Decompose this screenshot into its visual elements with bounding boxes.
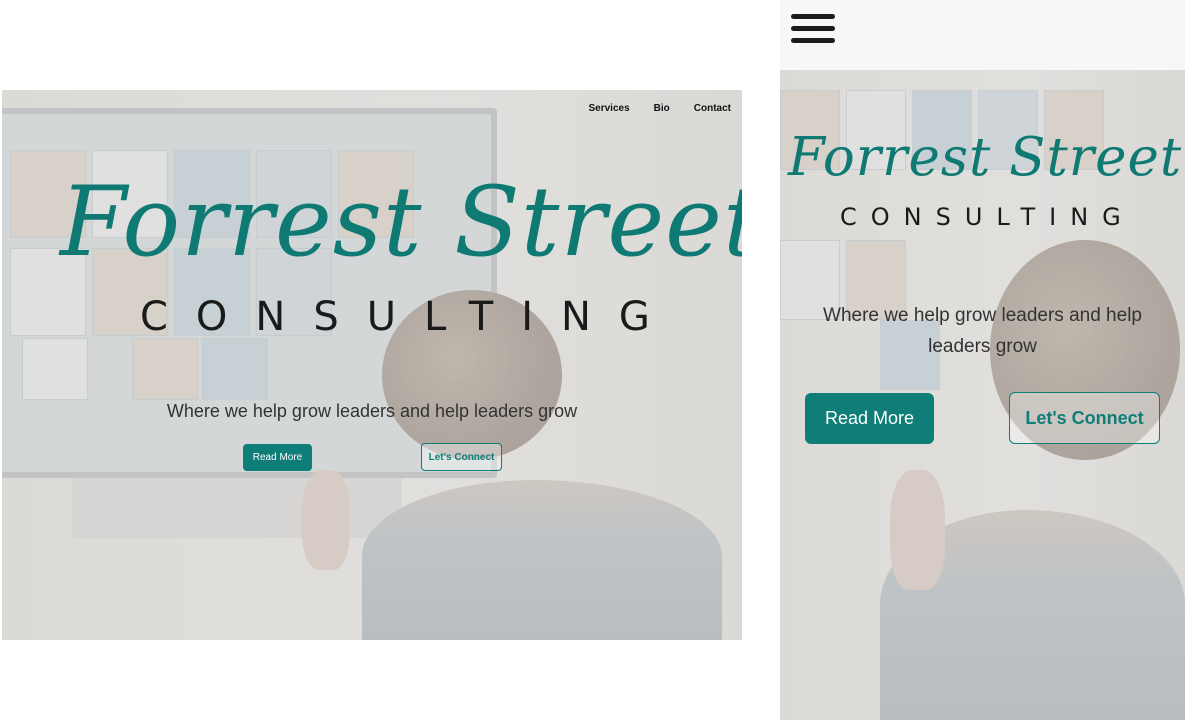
nav-services[interactable]: Services [589, 103, 630, 114]
desktop-hero: Services Bio Contact Forrest Street CONS… [2, 90, 742, 640]
logo-script-text: Forrest Street [788, 127, 1183, 188]
nav-contact[interactable]: Contact [694, 103, 731, 114]
top-nav: Services Bio Contact [565, 103, 732, 114]
read-more-button[interactable]: Read More [243, 444, 312, 471]
read-more-button[interactable]: Read More [805, 393, 934, 444]
logo-subtitle: CONSULTING [840, 203, 1135, 231]
mobile-header [780, 0, 1185, 70]
hero-tagline-line-1: Where we help grow leaders and help [823, 305, 1142, 326]
logo-script-text: Forrest Street [60, 166, 742, 278]
lets-connect-button[interactable]: Let's Connect [1009, 392, 1160, 444]
hamburger-menu-icon[interactable] [791, 14, 835, 50]
hero-tagline-line-2: leaders grow [928, 336, 1037, 357]
hero-tagline: Where we help grow leaders and help lead… [166, 401, 578, 421]
lets-connect-button[interactable]: Let's Connect [421, 443, 502, 471]
mobile-hero: Forrest Street CONSULTING Where we help … [780, 70, 1185, 720]
logo-subtitle: CONSULTING [140, 294, 678, 340]
nav-bio[interactable]: Bio [654, 103, 670, 114]
hero-tagline: Where we help grow leaders and help lead… [780, 300, 1185, 362]
